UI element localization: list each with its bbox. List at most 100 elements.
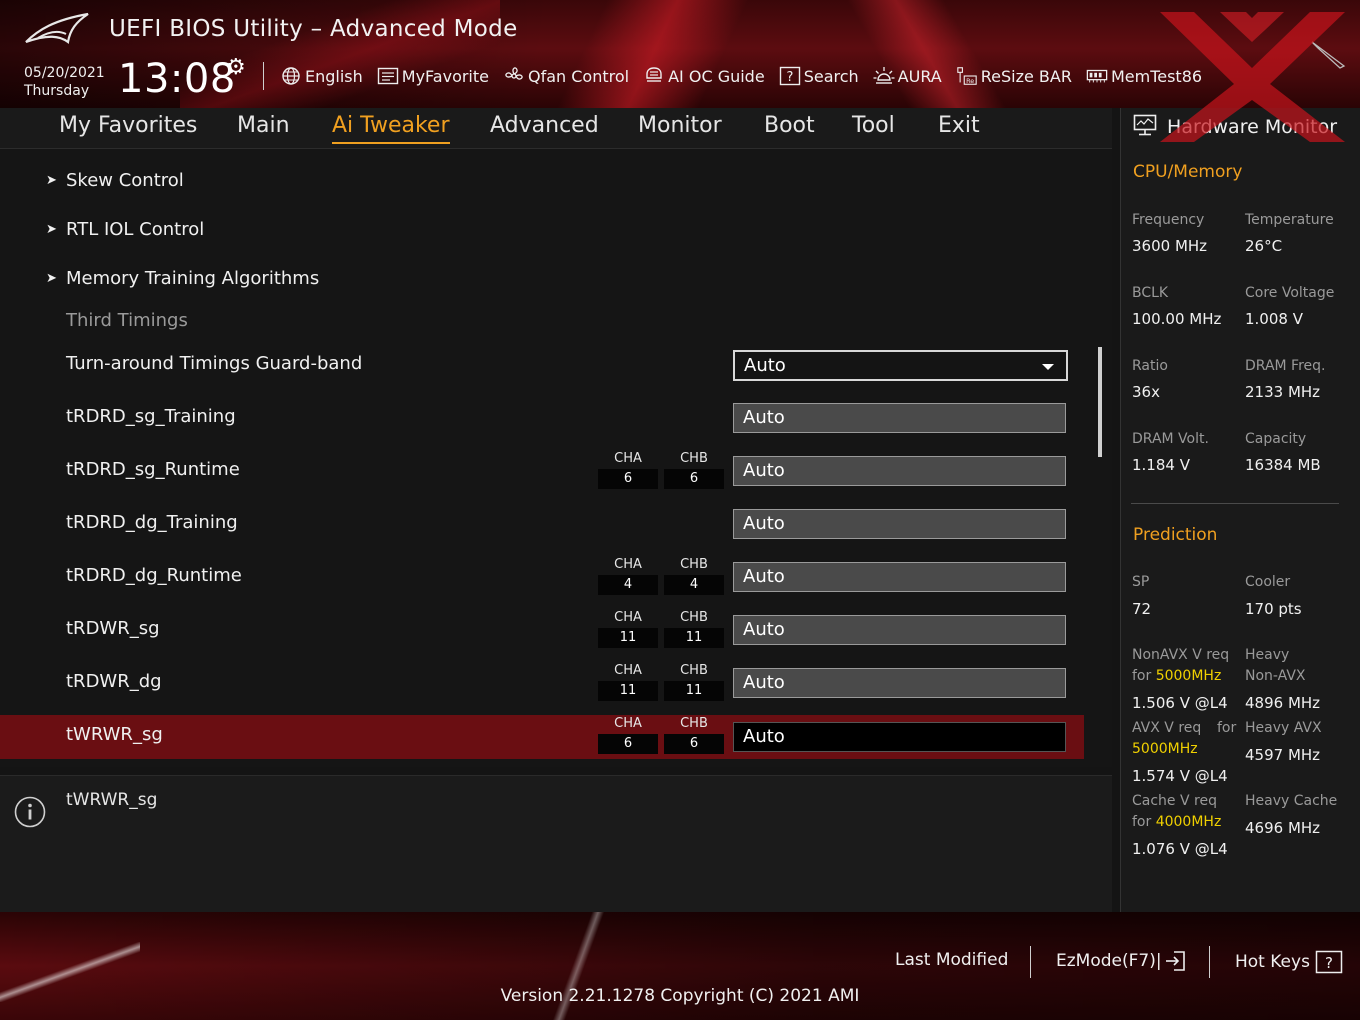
temperature-label: Temperature xyxy=(1245,212,1334,228)
submenu-rtl-iol-control[interactable]: ➤ RTL IOL Control xyxy=(0,208,1084,254)
avx-label: AVX V req xyxy=(1132,720,1202,736)
submenu-label: RTL IOL Control xyxy=(66,219,205,240)
submenu-skew-control[interactable]: ➤ Skew Control xyxy=(0,159,1084,205)
ratio-label: Ratio xyxy=(1132,358,1168,374)
trdrd-sg-training-field[interactable]: Auto xyxy=(733,403,1066,433)
nonavx-freq-line: for 5000MHz xyxy=(1132,668,1221,684)
tab-monitor[interactable]: Monitor xyxy=(638,113,722,138)
main-nav: My Favorites Main Ai Tweaker Advanced Mo… xyxy=(0,108,1112,149)
cache-freq-line: for 4000MHz xyxy=(1132,814,1221,830)
frequency-label: Frequency xyxy=(1132,212,1205,228)
hw-divider xyxy=(1131,503,1339,504)
search-help-icon: ? xyxy=(779,65,801,87)
monitor-icon xyxy=(1133,114,1157,141)
settings-scrollbar[interactable] xyxy=(1098,347,1102,457)
info-icon xyxy=(14,796,46,828)
section-title: Third Timings xyxy=(66,310,188,331)
trdwr-sg-field[interactable]: Auto xyxy=(733,615,1066,645)
channel-b-value: 11 xyxy=(664,628,724,648)
capacity-value: 16384 MB xyxy=(1245,456,1321,474)
tab-ai-tweaker[interactable]: Ai Tweaker xyxy=(332,113,450,144)
globe-icon xyxy=(280,65,302,87)
cache-value: 1.076 V @L4 xyxy=(1132,840,1228,858)
guardband-select[interactable]: Auto xyxy=(733,350,1068,381)
setting-label: tRDRD_dg_Training xyxy=(66,512,238,533)
setting-label: tRDRD_sg_Training xyxy=(66,406,236,427)
twrwr-sg-field[interactable]: Auto xyxy=(733,722,1066,752)
nonavx-for: for xyxy=(1132,668,1152,684)
trdrd-dg-training-field[interactable]: Auto xyxy=(733,509,1066,539)
submenu-arrow-icon: ➤ xyxy=(46,222,57,237)
footer-divider xyxy=(1030,946,1031,978)
ai-oc-guide-label: AI OC Guide xyxy=(668,66,765,86)
myfavorite-button[interactable]: MyFavorite xyxy=(377,65,489,87)
dram-volt-value: 1.184 V xyxy=(1132,456,1190,474)
channel-b-value: 4 xyxy=(664,575,724,595)
aura-button[interactable]: AURA xyxy=(873,65,942,87)
channel-a-label: CHA xyxy=(614,557,642,572)
setting-label: tRDWR_dg xyxy=(66,671,162,692)
submenu-memory-training-algorithms[interactable]: ➤ Memory Training Algorithms xyxy=(0,257,1084,303)
heavy-avx-label: Heavy AVX xyxy=(1245,720,1322,736)
heavy-avx-value: 4597 MHz xyxy=(1245,746,1321,764)
qfan-control-label: Qfan Control xyxy=(528,66,630,86)
search-button[interactable]: ? Search xyxy=(779,65,859,87)
channel-b-chip: CHB 11 xyxy=(664,664,724,701)
heavy-nonavx-label-1: Heavy xyxy=(1245,647,1290,663)
setting-row-trdrd-sg-runtime: tRDRD_sg_Runtime CHA 6 CHB 6 Auto xyxy=(0,448,1084,494)
nonavx-freq: 5000MHz xyxy=(1155,668,1222,684)
heavy-cache-label: Heavy Cache xyxy=(1245,793,1338,809)
day-text: Thursday xyxy=(24,83,90,99)
channel-b-chip: CHB 4 xyxy=(664,558,724,595)
submenu-arrow-icon: ➤ xyxy=(46,271,57,286)
bclk-label: BCLK xyxy=(1132,285,1169,301)
channel-a-chip: CHA 6 xyxy=(598,717,658,754)
dram-volt-label: DRAM Volt. xyxy=(1132,431,1209,447)
avx-freq: 5000MHz xyxy=(1132,741,1198,757)
aura-light-icon xyxy=(873,65,895,87)
channel-a-label: CHA xyxy=(614,663,642,678)
memtest-button[interactable]: MemTest86 xyxy=(1086,65,1202,87)
tab-tool[interactable]: Tool xyxy=(852,113,895,138)
trdrd-dg-runtime-field[interactable]: Auto xyxy=(733,562,1066,592)
ai-oc-guide-button[interactable]: AI OC Guide xyxy=(643,65,765,87)
memory-icon xyxy=(1086,65,1108,87)
channel-a-chip: CHA 4 xyxy=(598,558,658,595)
avx-value: 1.574 V @L4 xyxy=(1132,767,1228,785)
prediction-title: Prediction xyxy=(1133,525,1218,545)
channel-b-value: 6 xyxy=(664,734,724,754)
hot-keys-button[interactable]: Hot Keys ? xyxy=(1235,950,1343,974)
settings-panel: ➤ Skew Control ➤ RTL IOL Control ➤ Memor… xyxy=(0,149,1112,767)
channel-b-chip: CHB 6 xyxy=(664,452,724,489)
help-text: tWRWR_sg xyxy=(66,790,158,810)
header-decoration xyxy=(520,0,780,108)
memtest-label: MemTest86 xyxy=(1110,66,1203,86)
tab-my-favorites[interactable]: My Favorites xyxy=(59,113,197,138)
last-modified-button[interactable]: Last Modified xyxy=(895,950,1008,970)
channel-a-value: 11 xyxy=(598,681,658,701)
tab-exit[interactable]: Exit xyxy=(938,113,980,138)
setting-row-twrwr-sg[interactable]: tWRWR_sg CHA 6 CHB 6 Auto xyxy=(0,715,1084,759)
avx-for: for xyxy=(1217,720,1237,736)
channel-a-chip: CHA 6 xyxy=(598,452,658,489)
tab-main[interactable]: Main xyxy=(237,113,290,138)
channel-a-label: CHA xyxy=(614,716,642,731)
temperature-value: 26°C xyxy=(1245,237,1283,255)
clock-settings-gear-icon[interactable]: ⚙ xyxy=(226,55,246,80)
qfan-control-button[interactable]: Qfan Control xyxy=(503,65,629,87)
channel-b-label: CHB xyxy=(680,557,708,572)
sp-label: SP xyxy=(1132,574,1150,590)
tab-advanced[interactable]: Advanced xyxy=(490,113,599,138)
language-button[interactable]: English xyxy=(280,65,363,87)
setting-row-trdwr-sg: tRDWR_sg CHA 11 CHB 11 Auto xyxy=(0,607,1084,653)
app-title: UEFI BIOS Utility – Advanced Mode xyxy=(109,16,518,42)
svg-text:Re: Re xyxy=(966,77,974,85)
trdwr-dg-field[interactable]: Auto xyxy=(733,668,1066,698)
setting-row-turnaround-guardband: Turn-around Timings Guard-band Auto xyxy=(0,342,1084,388)
tab-boot[interactable]: Boot xyxy=(764,113,815,138)
ezmode-button[interactable]: EzMode(F7)| xyxy=(1056,950,1188,972)
trdrd-sg-runtime-field[interactable]: Auto xyxy=(733,456,1066,486)
favorite-list-icon xyxy=(377,65,399,87)
resize-bar-button[interactable]: Re ReSize BAR xyxy=(956,65,1072,87)
ratio-value: 36x xyxy=(1132,383,1160,401)
